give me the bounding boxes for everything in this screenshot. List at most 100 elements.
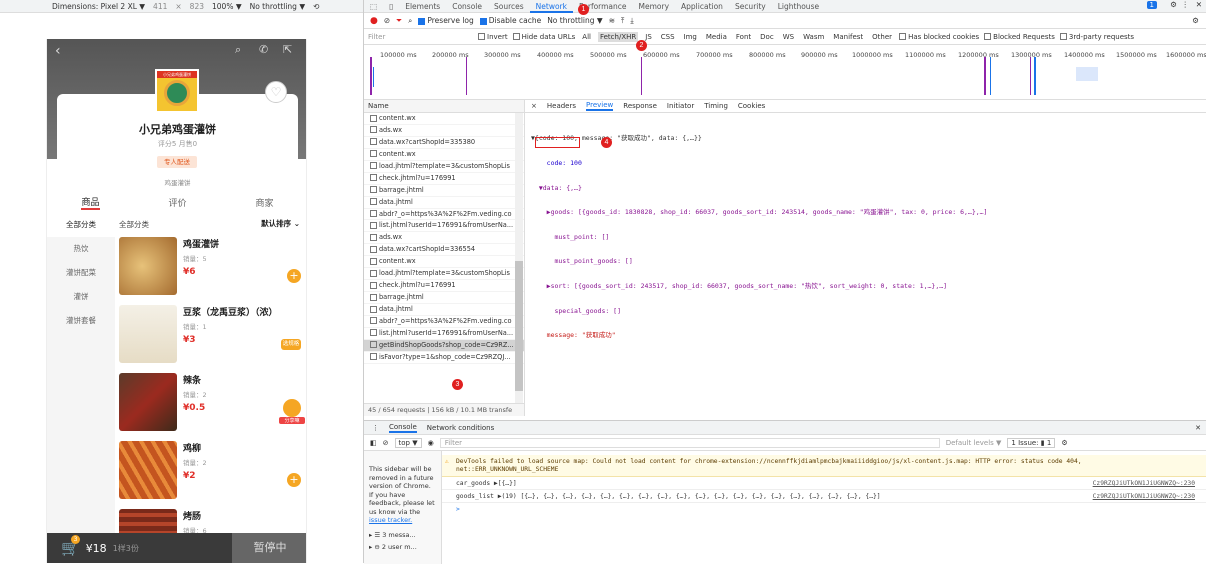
cart-summary[interactable]: 🛒 3 ¥18 1样3份 (47, 533, 232, 563)
request-row[interactable]: check.jhtml?u=176991 (364, 280, 524, 293)
request-row[interactable]: list.jhtml?userId=176991&fromUserNa... (364, 328, 524, 340)
request-row[interactable]: content.wx (364, 256, 524, 269)
request-row[interactable]: load.jhtml?template=3&customShopLis (364, 268, 524, 281)
console-clear-icon[interactable]: ⊘ (383, 439, 389, 447)
filter-ws[interactable]: WS (781, 32, 796, 42)
filter-wasm[interactable]: Wasm (801, 32, 826, 42)
cart-icon[interactable]: 🛒 3 (61, 535, 80, 557)
rotate-icon[interactable]: ⟲ (313, 2, 319, 11)
tab-response[interactable]: Response (623, 102, 657, 110)
name-column-header[interactable]: Name (364, 100, 524, 113)
search-icon[interactable]: ⌕ (235, 43, 241, 57)
category-combo[interactable]: 灌饼套餐 (47, 309, 115, 333)
tab-reviews[interactable]: 评价 (168, 196, 186, 209)
request-row[interactable]: barrage.jhtml (364, 292, 524, 304)
tab-security[interactable]: Security (729, 0, 772, 13)
hide-data-urls-checkbox[interactable]: Hide data URLs (512, 33, 575, 41)
request-row-selected[interactable]: getBindShopGoods?shop_code=Cz9RZ... (364, 339, 524, 352)
list-item[interactable]: 豆浆（龙禹豆浆）（浓） 销量：1 ¥3 选规格 (117, 301, 306, 369)
json-line[interactable]: ▶sort: [{goods_sort_id: 243517, shop_id:… (531, 282, 987, 290)
close-drawer-icon[interactable]: ✕ (1195, 424, 1201, 432)
category-pancake[interactable]: 灌饼 (47, 285, 115, 309)
request-row[interactable]: data.jhtml (364, 304, 524, 316)
eye-icon[interactable]: ◉ (428, 439, 434, 447)
device-toggle-icon[interactable]: ▯ (383, 0, 399, 13)
request-row[interactable]: data.wx?cartShopId=336554 (364, 244, 524, 257)
filter-img[interactable]: Img (682, 32, 699, 42)
console-settings-icon[interactable]: ⚙ (1061, 439, 1067, 447)
tab-network-conditions[interactable]: Network conditions (427, 424, 494, 432)
category-hot-drinks[interactable]: 热饮 (47, 237, 115, 261)
blocked-cookies-checkbox[interactable]: Has blocked cookies (899, 33, 979, 41)
category-all[interactable]: 全部分类 (47, 213, 115, 237)
context-select[interactable]: top ▼ (394, 437, 422, 448)
drawer-menu-icon[interactable]: ⋮ (372, 424, 379, 432)
list-item[interactable]: 鸡柳 销量：2 ¥2 + (117, 437, 306, 505)
tab-console-drawer[interactable]: Console (389, 423, 417, 433)
select-spec-button[interactable]: 选规格 (281, 339, 301, 350)
phone-icon[interactable]: ✆ (259, 43, 268, 56)
request-row[interactable]: ads.wx (364, 232, 524, 245)
filter-media[interactable]: Media (704, 32, 729, 42)
tab-preview[interactable]: Preview (586, 101, 614, 111)
preserve-log-checkbox[interactable]: Preserve log (418, 16, 474, 25)
export-icon[interactable]: ⤓ (630, 16, 633, 26)
filter-doc[interactable]: Doc (758, 32, 776, 42)
network-throttle-select[interactable]: No throttling ▼ (547, 16, 603, 25)
request-row[interactable]: data.wx?cartShopId=335380 (364, 137, 524, 149)
request-row[interactable]: check.jhtml?u=176991 (364, 173, 524, 185)
list-item[interactable]: 辣条 销量：2 ¥0.5 分享嘛 (117, 369, 306, 437)
request-row[interactable]: abdr?_o=https%3A%2F%2Fm.veding.co (364, 316, 524, 328)
json-line[interactable]: ▼data: {,…} (531, 184, 987, 192)
console-issues-button[interactable]: 1 Issue: ▮ 1 (1007, 437, 1056, 448)
clear-icon[interactable]: ⊘ (384, 16, 390, 25)
tab-memory[interactable]: Memory (633, 0, 676, 13)
throttle-select[interactable]: No throttling ▼ (250, 2, 306, 11)
tab-network[interactable]: Network (529, 0, 573, 13)
zoom-select[interactable]: 100% ▼ (212, 2, 242, 11)
network-settings-icon[interactable]: ⚙ (1192, 16, 1199, 25)
close-detail-icon[interactable]: × (531, 102, 537, 110)
category-sides[interactable]: 灌饼配菜 (47, 261, 115, 285)
request-row[interactable]: isFavor?type=1&shop_code=Cz9RZQJ... (364, 352, 524, 364)
more-menu-icon[interactable]: ⋮ (1182, 0, 1190, 9)
tab-application[interactable]: Application (675, 0, 729, 13)
request-row[interactable]: content.wx (364, 149, 524, 161)
json-line[interactable]: ▶goods: [{goods_id: 1830828, shop_id: 66… (531, 208, 988, 216)
shop-closed-button[interactable]: 暂停中 (232, 533, 306, 563)
tab-merchant[interactable]: 商家 (255, 196, 273, 209)
add-to-cart-button[interactable]: + (287, 473, 301, 487)
request-row[interactable]: list.jhtml?userId=176991&fromUserNa... (364, 220, 524, 233)
filter-js[interactable]: JS (643, 32, 654, 42)
request-row[interactable]: ads.wx (364, 125, 524, 137)
import-icon[interactable]: ⤒ (621, 16, 624, 26)
device-width-input[interactable]: 411 (153, 2, 167, 11)
request-row[interactable]: data.jhtml (364, 197, 524, 209)
list-item[interactable]: 鸡蛋灌饼 销量：5 ¥6 + (117, 233, 306, 301)
invert-checkbox[interactable]: Invert (478, 33, 508, 41)
tab-initiator[interactable]: Initiator (667, 102, 694, 110)
filter-icon[interactable]: ⏷ (396, 16, 402, 26)
issue-tracker-link[interactable]: issue tracker. (369, 516, 437, 525)
console-log-row[interactable]: car_goods ▶[{…}] Cz9RZQJiUTkON1JiUGNWZQ~:… (442, 478, 1206, 490)
tab-goods[interactable]: 商品 (81, 195, 100, 210)
device-dimensions-select[interactable]: Dimensions: Pixel 2 XL ▼ (52, 2, 145, 11)
console-prompt[interactable]: > (442, 504, 1206, 516)
filter-input[interactable]: Filter (368, 33, 473, 41)
close-devtools-icon[interactable]: ✕ (1196, 0, 1202, 9)
json-line[interactable]: ▼{code: 100, message: "获取成功", data: {,…}… (531, 134, 987, 142)
tab-timing[interactable]: Timing (704, 102, 728, 110)
filter-all[interactable]: All (580, 32, 593, 42)
tab-lighthouse[interactable]: Lighthouse (772, 0, 825, 13)
log-source-link[interactable]: Cz9RZQJiUTkON1JiUGNWZQ~:230 (1093, 491, 1195, 503)
request-row[interactable]: barrage.jhtml (364, 185, 524, 197)
sidebar-toggle-icon[interactable]: ◧ (370, 439, 377, 447)
record-icon[interactable]: ● (370, 16, 378, 26)
share-gift-icon[interactable]: 分享嘛 (279, 399, 305, 429)
sort-dropdown[interactable]: 默认排序 ⌄ (261, 218, 300, 229)
request-row[interactable]: content.wx (364, 113, 524, 125)
issues-badge[interactable]: 1 (1146, 1, 1157, 9)
filter-fetch-xhr[interactable]: Fetch/XHR (597, 31, 639, 42)
console-log-row[interactable]: goods_list ▶(19) [{…}, {…}, {…}, {…}, {…… (442, 491, 1206, 503)
console-filter-input[interactable]: Filter (439, 437, 940, 448)
